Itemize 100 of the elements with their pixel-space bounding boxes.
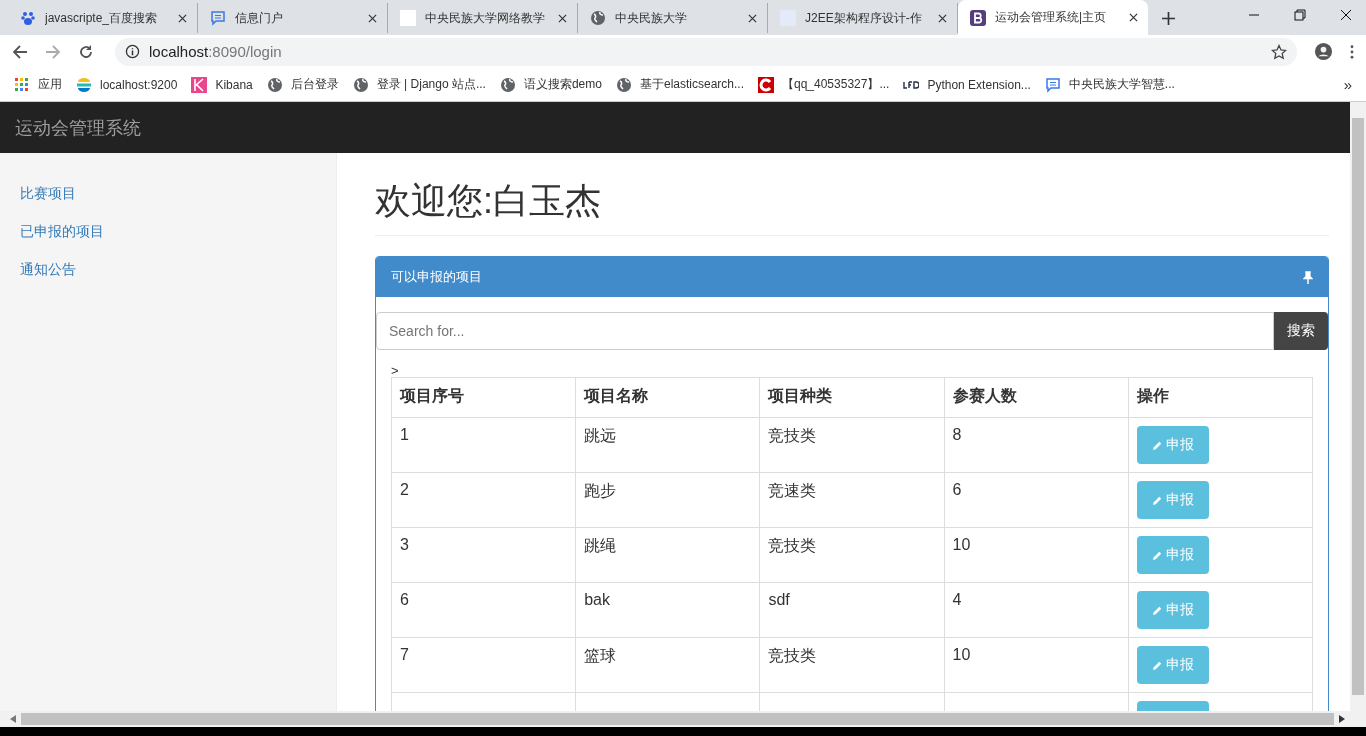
sidebar-link[interactable]: 已申报的项目 — [0, 213, 336, 251]
bookmark-label: 中央民族大学智慧... — [1068, 76, 1175, 93]
globe-icon — [590, 10, 606, 26]
bookmark[interactable]: 中央民族大学智慧... — [1044, 76, 1175, 93]
table-cell: 竞技类 — [759, 637, 945, 693]
tab-title: 信息门户 — [235, 9, 284, 27]
close-icon[interactable] — [178, 13, 187, 23]
more-bookmarks-button[interactable]: » — [1343, 76, 1352, 93]
table-cell: 跑步 — [575, 472, 760, 528]
menu-icon[interactable] — [1350, 44, 1354, 59]
letter-c-icon — [758, 76, 774, 93]
table-cell: 2 — [391, 472, 576, 528]
apps-grid-icon — [14, 76, 30, 93]
close-icon[interactable] — [748, 13, 757, 23]
bookmark[interactable]: 应用 — [14, 76, 62, 93]
bookmark[interactable]: 后台登录 — [266, 76, 339, 93]
brand-title[interactable]: 运动会管理系统 — [15, 115, 141, 140]
search-field[interactable]: Search for... — [376, 312, 1274, 350]
close-icon[interactable] — [1129, 13, 1138, 22]
tab-title: J2EE架构程序设计-作 — [805, 9, 923, 27]
table-cell: 1 — [391, 417, 576, 473]
bookmark-label: 【qq_40535327】... — [782, 76, 890, 93]
bookmark[interactable]: 语义搜索demo — [499, 76, 602, 93]
bookmark[interactable]: Kibana — [191, 76, 253, 93]
table-cell: 3 — [391, 527, 576, 583]
column-header: 操作 — [1128, 377, 1313, 418]
pencil-icon — [1151, 494, 1163, 506]
paw-icon — [20, 10, 36, 26]
tab-title: 中央民族大学 — [615, 9, 688, 27]
pin-icon[interactable] — [1303, 270, 1313, 284]
pencil-icon — [1151, 439, 1163, 451]
bookmark-label: 语义搜索demo — [523, 76, 602, 93]
globe-icon — [352, 76, 369, 93]
tab-title: 中央民族大学网络教学 — [425, 9, 546, 27]
star-icon[interactable] — [1271, 43, 1287, 60]
close-icon[interactable] — [1340, 9, 1352, 21]
table-cell: 8 — [944, 417, 1129, 473]
bookmark[interactable]: 登录 | Django 站点... — [352, 76, 486, 93]
sidebar-link[interactable]: 通知公告 — [0, 251, 336, 289]
browser-tab[interactable]: javascripte_百度搜索 — [8, 3, 198, 33]
close-icon[interactable] — [938, 13, 947, 23]
browser-tab[interactable]: 中央民族大学 — [578, 3, 768, 33]
scroll-left-icon[interactable] — [10, 715, 16, 723]
globe-icon — [266, 76, 283, 93]
bookmark[interactable]: 基于elasticsearch... — [615, 76, 744, 93]
tab-title: javascripte_百度搜索 — [45, 9, 159, 27]
address-field[interactable]: localhost:8090/login — [115, 37, 1297, 66]
horizontal-scrollbar[interactable] — [0, 711, 1366, 727]
table-cell: 4 — [944, 582, 1129, 638]
stray-text: > — [391, 365, 400, 377]
back-arrow-icon[interactable] — [12, 43, 28, 60]
search-button[interactable]: 搜索 — [1274, 312, 1328, 350]
column-header: 项目序号 — [391, 377, 576, 418]
bookmark-label: Python Extension... — [927, 77, 1031, 92]
bookmark-label: Kibana — [215, 77, 253, 92]
restore-icon[interactable] — [1294, 9, 1306, 21]
table-cell: bak — [575, 582, 760, 638]
column-header: 项目名称 — [575, 377, 760, 418]
browser-tab[interactable]: 中央民族大学网络教学 — [388, 3, 578, 33]
account-icon[interactable] — [1314, 42, 1333, 61]
bookmark-label: localhost:9200 — [100, 77, 178, 92]
globe-icon — [615, 76, 632, 93]
kibana-icon — [191, 76, 208, 93]
elastic-icon — [76, 76, 92, 93]
table-cell: 跳绳 — [575, 527, 760, 583]
bookmark[interactable]: Python Extension... — [903, 76, 1031, 93]
new-tab-icon[interactable] — [1162, 12, 1175, 25]
letter-b-icon — [970, 9, 986, 26]
bookmark-label: 基于elasticsearch... — [639, 76, 744, 93]
pencil-icon — [1151, 549, 1163, 561]
table-cell: 10 — [944, 527, 1129, 583]
close-icon[interactable] — [368, 13, 377, 23]
table-cell: sdf — [759, 582, 945, 638]
close-icon[interactable] — [558, 13, 567, 23]
reload-icon[interactable] — [78, 43, 94, 60]
globe-icon — [499, 76, 516, 93]
vertical-scrollbar[interactable] — [1350, 102, 1366, 711]
column-header: 项目种类 — [759, 377, 945, 418]
table-cell: 6 — [391, 582, 576, 638]
table-cell: 竞技类 — [759, 417, 945, 473]
table-cell: 7 — [391, 637, 576, 693]
browser-tab[interactable]: J2EE架构程序设计-作 — [768, 3, 958, 33]
table-cell: 竞速类 — [759, 472, 945, 528]
panel-title: 可以申报的项目 — [391, 268, 482, 286]
scroll-right-icon[interactable] — [1339, 715, 1345, 723]
table-cell: 10 — [944, 637, 1129, 693]
column-header: 参赛人数 — [944, 377, 1129, 418]
url-text: localhost:8090/login — [149, 43, 283, 60]
welcome-heading: 欢迎您:白玉杰 — [375, 177, 1329, 236]
bookmark[interactable]: localhost:9200 — [76, 76, 178, 93]
bookmark-label: 应用 — [38, 76, 62, 93]
bookmark-label: 后台登录 — [290, 76, 339, 93]
page-icon — [400, 10, 416, 26]
sidebar-link[interactable]: 比赛项目 — [0, 175, 336, 213]
pencil-icon — [1151, 659, 1163, 671]
bookmark[interactable]: 【qq_40535327】... — [758, 76, 890, 93]
browser-tab[interactable]: 运动会管理系统|主页 — [958, 0, 1148, 35]
chat-icon — [1044, 76, 1061, 93]
browser-tab[interactable]: 信息门户 — [198, 3, 388, 33]
bookmark-label: 登录 | Django 站点... — [376, 76, 486, 93]
